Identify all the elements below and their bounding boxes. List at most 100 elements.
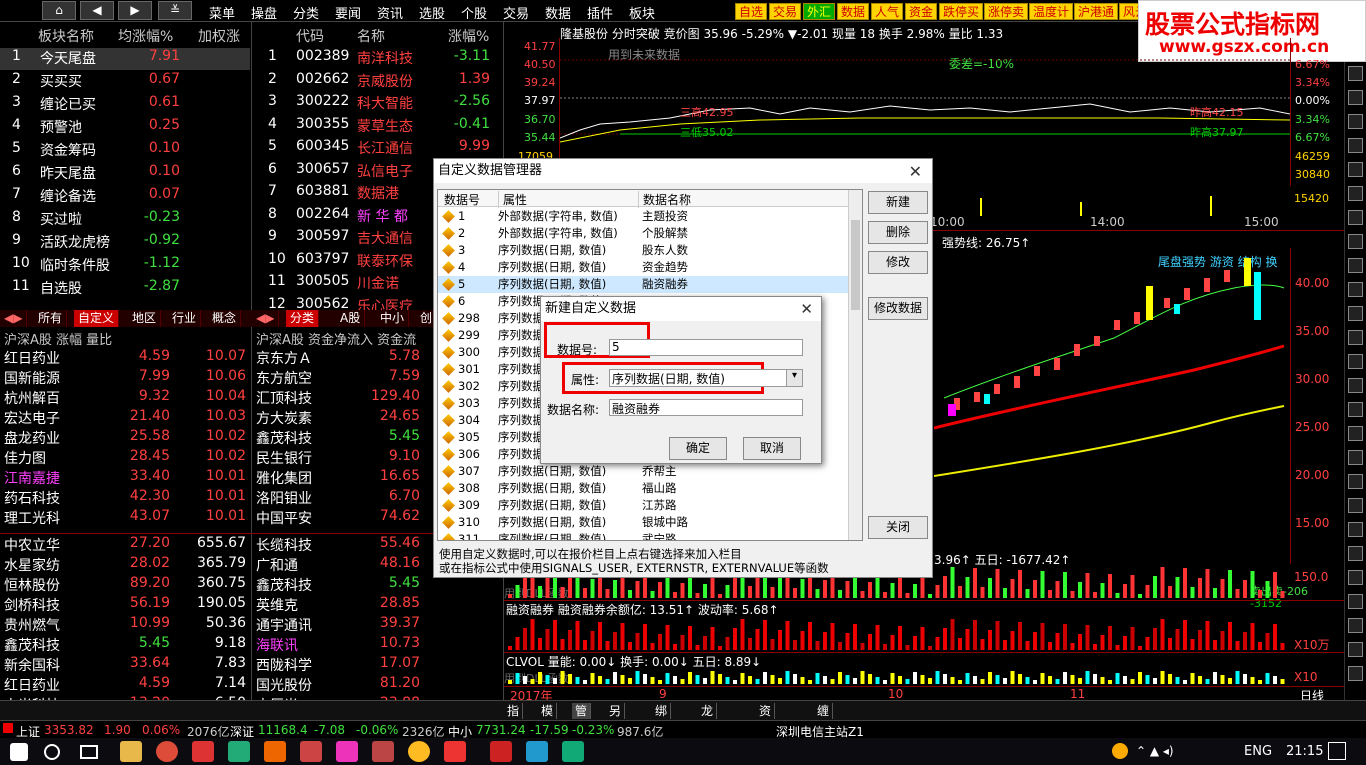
app-icon[interactable] <box>300 741 322 762</box>
col-header[interactable]: 属性 <box>498 191 527 208</box>
col-header[interactable]: 板块名称 <box>38 26 94 46</box>
toolstrip-icon[interactable] <box>1348 378 1363 393</box>
list-row[interactable]: 310 序列数据(日期, 数值) 银城中路 <box>438 514 848 531</box>
app-icon[interactable] <box>336 741 358 762</box>
modify-data-button[interactable]: 修改数据 <box>868 297 928 320</box>
table-row[interactable]: 盘龙药业 25.58 10.02 <box>0 428 250 448</box>
col-header[interactable]: 数据号 <box>444 191 480 208</box>
list-row[interactable]: 5 序列数据(日期, 数值) 融资融券 <box>438 276 848 293</box>
toolstrip-icon[interactable] <box>1348 90 1363 105</box>
tab-ashare[interactable]: A股 <box>336 310 366 327</box>
menu-item[interactable]: 要闻 <box>335 3 361 22</box>
indicator-tab[interactable]: 指标 <box>504 703 524 734</box>
toolstrip-icon[interactable] <box>1348 594 1363 609</box>
indicator-tab[interactable]: 模板 <box>538 703 558 734</box>
indicator-tab[interactable]: 资金筹码 <box>756 703 776 765</box>
table-row[interactable]: 贵州燃气 10.99 50.36 <box>0 615 250 635</box>
col-header[interactable]: 涨幅% <box>448 26 489 46</box>
table-row[interactable]: 4 预警池 0.25 <box>0 117 250 139</box>
table-row[interactable]: 2 002662 京威股份 1.39 <box>252 71 502 93</box>
tab-prev-icon[interactable]: ◀▶ <box>0 310 28 327</box>
table-row[interactable]: 剑桥科技 56.19 190.05 <box>0 595 250 615</box>
table-row[interactable]: 红日药业 4.59 7.14 <box>0 675 250 695</box>
list-row[interactable]: 308 序列数据(日期, 数值) 福山路 <box>438 480 848 497</box>
indicator-tab[interactable]: 管理 <box>572 703 592 734</box>
table-row[interactable]: 2 买买买 0.67 <box>0 71 250 93</box>
tab-sme[interactable]: 中小 <box>376 310 410 327</box>
app-icon[interactable] <box>372 741 394 762</box>
col-header[interactable]: 均涨幅% <box>118 26 173 46</box>
toolstrip-icon[interactable] <box>1348 210 1363 225</box>
table-row[interactable]: 鑫茂科技 5.45 9.18 <box>0 635 250 655</box>
list-row[interactable]: 2 外部数据(字符串, 数值) 个股解禁 <box>438 225 848 242</box>
menu-item[interactable]: 交易 <box>503 3 529 22</box>
stock-app-icon[interactable] <box>192 741 214 762</box>
task-view-icon[interactable] <box>80 745 98 759</box>
toolstrip-icon[interactable] <box>1348 282 1363 297</box>
table-row[interactable]: 6 昨天尾盘 0.10 <box>0 163 250 185</box>
table-row[interactable]: 5 资金筹码 0.10 <box>0 140 250 162</box>
tab-zixuan[interactable]: 自选 <box>735 3 768 20</box>
network-icon[interactable]: ⌃ ▲ ◂) <box>1136 744 1174 758</box>
table-row[interactable]: 理工光科 43.07 10.01 <box>0 508 250 528</box>
toolstrip-icon[interactable] <box>1348 330 1363 345</box>
table-row[interactable]: 鑫茂科技 5.45 <box>252 575 502 595</box>
tray-icon[interactable] <box>1112 743 1128 759</box>
table-row[interactable]: 5 600345 长江通信 9.99 <box>252 138 502 160</box>
toolstrip-icon[interactable] <box>1348 234 1363 249</box>
home-icon[interactable]: ⌂ <box>42 1 76 20</box>
table-row[interactable]: 新余国科 33.64 7.83 <box>0 655 250 675</box>
table-row[interactable]: 恒林股份 89.20 360.75 <box>0 575 250 595</box>
table-row[interactable]: 10 临时条件股 -1.12 <box>0 255 250 277</box>
tab-shuju[interactable]: 数据 <box>837 3 870 20</box>
menu-item[interactable]: 选股 <box>419 3 445 22</box>
table-row[interactable]: 8 买过啦 -0.23 <box>0 209 250 231</box>
table-row[interactable]: 宏达电子 21.40 10.03 <box>0 408 250 428</box>
indicator-tab[interactable]: 龙虎争霸 <box>698 703 718 765</box>
menu-item[interactable]: 菜单 <box>209 3 235 22</box>
table-row[interactable]: 7 缠论备选 0.07 <box>0 186 250 208</box>
table-row[interactable]: 西陇科学 17.07 <box>252 655 502 675</box>
tab-jiaoyi[interactable]: 交易 <box>769 3 802 20</box>
table-row[interactable]: 中农立华 27.20 655.67 <box>0 535 250 555</box>
list-row[interactable]: 1 外部数据(字符串, 数值) 主题投资 <box>438 208 848 225</box>
app-icon[interactable] <box>228 741 250 762</box>
app-icon[interactable] <box>444 741 466 762</box>
toolstrip-icon[interactable] <box>1348 666 1363 681</box>
menu-item[interactable]: 操盘 <box>251 3 277 22</box>
table-row[interactable]: 国新能源 7.99 10.06 <box>0 368 250 388</box>
ok-button[interactable]: 确定 <box>669 437 727 460</box>
data-name-input[interactable]: 融资融券 <box>609 399 803 416</box>
attribute-select[interactable]: 序列数据(日期, 数值) ▾ <box>609 369 803 387</box>
close-icon[interactable]: ✕ <box>800 300 813 318</box>
menu-item[interactable]: 板块 <box>629 3 655 22</box>
tab-all[interactable]: 所有 <box>34 310 68 327</box>
app-icon[interactable] <box>562 741 584 762</box>
tab-dietingmai[interactable]: 跌停买 <box>939 3 984 20</box>
menu-item[interactable]: 插件 <box>587 3 613 22</box>
delete-button[interactable]: 删除 <box>868 221 928 244</box>
modify-button[interactable]: 修改 <box>868 251 928 274</box>
tab-waihui[interactable]: 外汇 <box>803 3 836 20</box>
table-row[interactable]: 3 300222 科大智能 -2.56 <box>252 93 502 115</box>
tab-zhangtingmai[interactable]: 涨停卖 <box>984 3 1029 20</box>
toolstrip-icon[interactable] <box>1348 354 1363 369</box>
forward-icon[interactable]: ▶ <box>118 1 152 20</box>
list-row[interactable]: 3 序列数据(日期, 数值) 股东人数 <box>438 242 848 259</box>
list-row[interactable]: 311 序列数据(日期, 数值) 武宁路 <box>438 531 848 540</box>
cancel-button[interactable]: 取消 <box>743 437 801 460</box>
toolstrip-icon[interactable] <box>1348 474 1363 489</box>
table-row[interactable]: 1 今天尾盘 7.91 <box>0 48 250 70</box>
toolstrip-icon[interactable] <box>1348 258 1363 273</box>
toolstrip-icon[interactable] <box>1348 426 1363 441</box>
table-row[interactable]: 国光股份 81.20 <box>252 675 502 695</box>
toolstrip-icon[interactable] <box>1348 402 1363 417</box>
menu-item[interactable]: 个股 <box>461 3 487 22</box>
menu-item[interactable]: 资讯 <box>377 3 403 22</box>
table-row[interactable]: 11 自选股 -2.87 <box>0 278 250 300</box>
language-indicator[interactable]: ENG <box>1244 744 1272 759</box>
indicator-tab[interactable]: 绑定到 <box>652 703 672 750</box>
col-header[interactable]: 加权涨 <box>198 26 240 46</box>
tab-hugangtong[interactable]: 沪港通 <box>1074 3 1119 20</box>
table-row[interactable]: 杭州解百 9.32 10.04 <box>0 388 250 408</box>
